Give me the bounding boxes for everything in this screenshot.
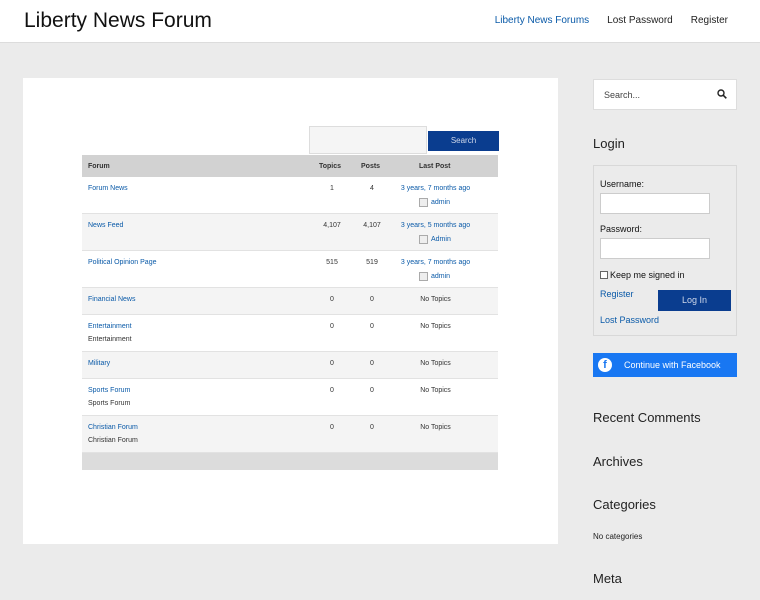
- site-title[interactable]: Liberty News Forum: [24, 9, 212, 33]
- nav-item-lost-password[interactable]: Lost Password: [607, 15, 673, 26]
- forum-link[interactable]: Forum News: [88, 185, 128, 192]
- forum-row: Financial News 0 0 No Topics: [82, 288, 498, 315]
- forum-topics-count: 0: [330, 424, 334, 431]
- forum-topics-count: 1: [330, 185, 334, 192]
- forum-search-input[interactable]: [309, 126, 427, 154]
- forum-posts-count: 0: [370, 360, 374, 367]
- forum-link[interactable]: News Feed: [88, 222, 123, 229]
- site-header: Liberty News Forum Liberty News Forums L…: [0, 0, 760, 43]
- forum-row: Sports Forum Sports Forum 0 0 No Topics: [82, 379, 498, 416]
- search-placeholder: Search...: [604, 90, 641, 100]
- column-header-topics: Topics: [319, 163, 342, 170]
- username-field[interactable]: [600, 193, 710, 214]
- archives-heading: Archives: [593, 454, 643, 469]
- login-form: Username: Password: Keep me signed in Re…: [593, 165, 737, 336]
- remember-me-label: Keep me signed in: [610, 270, 685, 280]
- forum-topics-count: 4,107: [323, 222, 341, 229]
- forum-last-post-author[interactable]: admin: [419, 272, 450, 281]
- username-label: Username:: [600, 179, 645, 189]
- avatar-icon: [419, 235, 428, 244]
- forum-posts-count: 0: [370, 387, 374, 394]
- main-content: Search Forum Topics Posts Last Post Foru…: [23, 78, 558, 544]
- remember-me-checkbox[interactable]: [600, 271, 608, 279]
- forum-last-post-text: No Topics: [420, 323, 451, 330]
- column-header-posts: Posts: [361, 163, 381, 170]
- forum-row: Entertainment Entertainment 0 0 No Topic…: [82, 315, 498, 352]
- categories-heading: Categories: [593, 497, 656, 512]
- column-header-last-post: Last Post: [419, 163, 451, 170]
- forum-topics-count: 0: [330, 296, 334, 303]
- forum-description: Sports Forum: [88, 400, 131, 407]
- forum-posts-count: 519: [366, 259, 378, 266]
- author-name[interactable]: admin: [431, 199, 450, 206]
- forum-row: Christian Forum Christian Forum 0 0 No T…: [82, 416, 498, 453]
- forum-description: Entertainment: [88, 336, 132, 343]
- search-icon[interactable]: [717, 89, 727, 99]
- register-link[interactable]: Register: [600, 289, 634, 299]
- forum-topics-count: 0: [330, 323, 334, 330]
- forum-link[interactable]: Entertainment: [88, 323, 132, 330]
- column-header-forum: Forum: [88, 163, 110, 170]
- login-button[interactable]: Log In: [658, 290, 731, 311]
- forum-last-post-author[interactable]: admin: [419, 198, 450, 207]
- forum-posts-count: 4: [370, 185, 374, 192]
- forum-last-post-text: No Topics: [420, 387, 451, 394]
- forum-row: Forum News 1 4 3 years, 7 months ago adm…: [82, 177, 498, 214]
- forum-table: Forum Topics Posts Last Post Forum News …: [82, 155, 498, 470]
- forum-posts-count: 4,107: [363, 222, 381, 229]
- forum-search-button[interactable]: Search: [428, 131, 499, 151]
- forum-posts-count: 0: [370, 296, 374, 303]
- forum-topics-count: 0: [330, 387, 334, 394]
- forum-search: Search: [309, 126, 499, 154]
- facebook-login-label: Continue with Facebook: [624, 360, 721, 370]
- facebook-login-button[interactable]: f Continue with Facebook: [593, 353, 737, 377]
- categories-empty-text: No categories: [593, 532, 643, 541]
- forum-last-post-text: No Topics: [420, 360, 451, 367]
- forum-last-post-text: No Topics: [420, 296, 451, 303]
- forum-last-post-text: No Topics: [420, 424, 451, 431]
- avatar-icon: [419, 272, 428, 281]
- forum-topics-count: 0: [330, 360, 334, 367]
- forum-last-post-link[interactable]: 3 years, 7 months ago: [392, 185, 479, 192]
- forum-link[interactable]: Military: [88, 360, 110, 367]
- author-name[interactable]: admin: [431, 273, 450, 280]
- forum-table-footer: [82, 453, 498, 470]
- forum-link[interactable]: Financial News: [88, 296, 135, 303]
- meta-heading: Meta: [593, 571, 622, 586]
- forum-link[interactable]: Christian Forum: [88, 424, 138, 431]
- forum-posts-count: 0: [370, 323, 374, 330]
- password-field[interactable]: [600, 238, 710, 259]
- forum-table-header: Forum Topics Posts Last Post: [82, 155, 498, 177]
- author-name[interactable]: Admin: [431, 236, 451, 243]
- recent-comments-heading: Recent Comments: [593, 410, 701, 425]
- forum-last-post-author[interactable]: Admin: [419, 235, 451, 244]
- login-heading: Login: [593, 136, 625, 151]
- sidebar-search-input[interactable]: Search...: [593, 79, 737, 110]
- facebook-icon: f: [598, 358, 612, 372]
- forum-link[interactable]: Political Opinion Page: [88, 259, 157, 266]
- avatar-icon: [419, 198, 428, 207]
- password-label: Password:: [600, 224, 643, 234]
- forum-last-post-link[interactable]: 3 years, 7 months ago: [392, 259, 479, 266]
- forum-row: Military 0 0 No Topics: [82, 352, 498, 379]
- nav-item-register[interactable]: Register: [691, 15, 728, 26]
- main-nav: Liberty News Forums Lost Password Regist…: [495, 15, 728, 26]
- forum-link[interactable]: Sports Forum: [88, 387, 130, 394]
- forum-topics-count: 515: [326, 259, 338, 266]
- forum-description: Christian Forum: [88, 437, 138, 444]
- forum-posts-count: 0: [370, 424, 374, 431]
- forum-row: News Feed 4,107 4,107 3 years, 5 months …: [82, 214, 498, 251]
- lost-password-link[interactable]: Lost Password: [600, 315, 659, 325]
- forum-last-post-link[interactable]: 3 years, 5 months ago: [392, 222, 479, 229]
- forum-row: Political Opinion Page 515 519 3 years, …: [82, 251, 498, 288]
- nav-item-forums[interactable]: Liberty News Forums: [495, 15, 589, 26]
